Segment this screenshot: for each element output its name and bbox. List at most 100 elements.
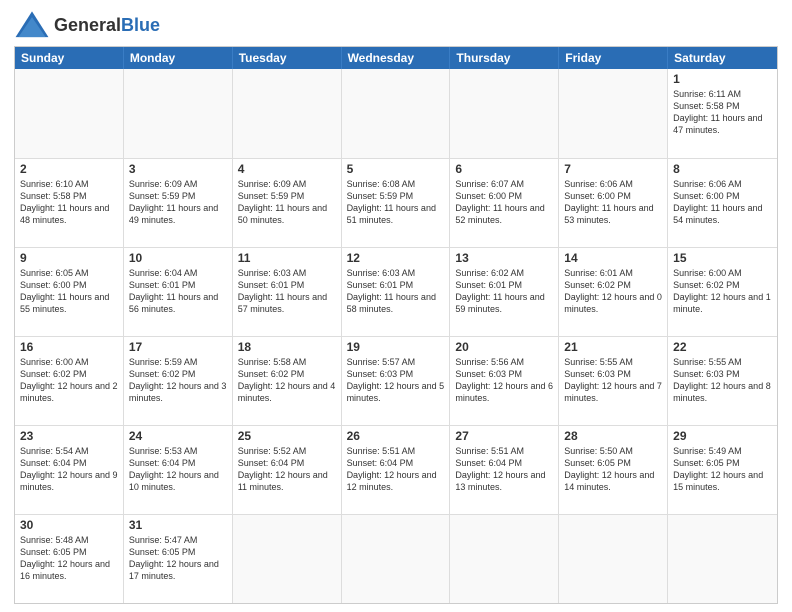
calendar-cell: 7 Sunrise: 6:06 AM Sunset: 6:00 PM Daylig…	[559, 159, 668, 247]
weekday-header: Thursday	[450, 47, 559, 69]
calendar-row: 30 Sunrise: 5:48 AM Sunset: 6:05 PM Dayli…	[15, 514, 777, 603]
calendar-cell: 26 Sunrise: 5:51 AM Sunset: 6:04 PM Dayli…	[342, 426, 451, 514]
day-info: Sunrise: 6:03 AM Sunset: 6:01 PM Dayligh…	[238, 267, 336, 316]
calendar-cell: 4 Sunrise: 6:09 AM Sunset: 5:59 PM Daylig…	[233, 159, 342, 247]
day-info: Sunrise: 5:50 AM Sunset: 6:05 PM Dayligh…	[564, 445, 662, 494]
day-number: 24	[129, 429, 227, 443]
day-number: 16	[20, 340, 118, 354]
day-number: 29	[673, 429, 772, 443]
day-info: Sunrise: 5:48 AM Sunset: 6:05 PM Dayligh…	[20, 534, 118, 583]
calendar-cell: 12 Sunrise: 6:03 AM Sunset: 6:01 PM Dayli…	[342, 248, 451, 336]
day-number: 18	[238, 340, 336, 354]
day-number: 8	[673, 162, 772, 176]
day-number: 26	[347, 429, 445, 443]
day-number: 21	[564, 340, 662, 354]
calendar-row: 9 Sunrise: 6:05 AM Sunset: 6:00 PM Daylig…	[15, 247, 777, 336]
day-info: Sunrise: 6:09 AM Sunset: 5:59 PM Dayligh…	[129, 178, 227, 227]
calendar-cell: 28 Sunrise: 5:50 AM Sunset: 6:05 PM Dayli…	[559, 426, 668, 514]
calendar-header: SundayMondayTuesdayWednesdayThursdayFrid…	[15, 47, 777, 69]
calendar-cell: 24Sunrise: 5:53 AM Sunset: 6:04 PM Dayli…	[124, 426, 233, 514]
day-number: 22	[673, 340, 772, 354]
calendar-cell: 13 Sunrise: 6:02 AM Sunset: 6:01 PM Dayli…	[450, 248, 559, 336]
day-number: 28	[564, 429, 662, 443]
day-info: Sunrise: 6:06 AM Sunset: 6:00 PM Dayligh…	[673, 178, 772, 227]
calendar-cell: 5Sunrise: 6:08 AM Sunset: 5:59 PM Daylig…	[342, 159, 451, 247]
calendar-cell	[124, 69, 233, 158]
day-number: 12	[347, 251, 445, 265]
calendar-cell	[233, 69, 342, 158]
day-info: Sunrise: 6:02 AM Sunset: 6:01 PM Dayligh…	[455, 267, 553, 316]
calendar-cell: 22 Sunrise: 5:55 AM Sunset: 6:03 PM Dayli…	[668, 337, 777, 425]
calendar-cell: 14 Sunrise: 6:01 AM Sunset: 6:02 PM Dayli…	[559, 248, 668, 336]
day-number: 20	[455, 340, 553, 354]
calendar-cell	[15, 69, 124, 158]
day-number: 25	[238, 429, 336, 443]
day-number: 3	[129, 162, 227, 176]
day-info: Sunrise: 5:52 AM Sunset: 6:04 PM Dayligh…	[238, 445, 336, 494]
calendar-cell: 16 Sunrise: 6:00 AM Sunset: 6:02 PM Dayli…	[15, 337, 124, 425]
day-info: Sunrise: 6:04 AM Sunset: 6:01 PM Dayligh…	[129, 267, 227, 316]
calendar-cell	[450, 515, 559, 603]
day-number: 7	[564, 162, 662, 176]
calendar-body: 1 Sunrise: 6:11 AM Sunset: 5:58 PM Daylig…	[15, 69, 777, 603]
day-info: Sunrise: 6:06 AM Sunset: 6:00 PM Dayligh…	[564, 178, 662, 227]
day-info: Sunrise: 5:51 AM Sunset: 6:04 PM Dayligh…	[347, 445, 445, 494]
calendar-row: 16 Sunrise: 6:00 AM Sunset: 6:02 PM Dayli…	[15, 336, 777, 425]
calendar-cell: 19Sunrise: 5:57 AM Sunset: 6:03 PM Dayli…	[342, 337, 451, 425]
page: GeneralBlue SundayMondayTuesdayWednesday…	[0, 0, 792, 612]
calendar-cell: 21Sunrise: 5:55 AM Sunset: 6:03 PM Dayli…	[559, 337, 668, 425]
calendar-row: 2Sunrise: 6:10 AM Sunset: 5:58 PM Daylig…	[15, 158, 777, 247]
day-number: 1	[673, 72, 772, 86]
day-number: 4	[238, 162, 336, 176]
calendar-cell: 31Sunrise: 5:47 AM Sunset: 6:05 PM Dayli…	[124, 515, 233, 603]
day-number: 15	[673, 251, 772, 265]
calendar-cell: 29 Sunrise: 5:49 AM Sunset: 6:05 PM Dayli…	[668, 426, 777, 514]
weekday-header: Saturday	[668, 47, 777, 69]
calendar-cell: 11 Sunrise: 6:03 AM Sunset: 6:01 PM Dayli…	[233, 248, 342, 336]
weekday-header: Wednesday	[342, 47, 451, 69]
day-info: Sunrise: 6:11 AM Sunset: 5:58 PM Dayligh…	[673, 88, 772, 137]
calendar-cell: 30 Sunrise: 5:48 AM Sunset: 6:05 PM Dayli…	[15, 515, 124, 603]
weekday-header: Friday	[559, 47, 668, 69]
calendar-cell: 15 Sunrise: 6:00 AM Sunset: 6:02 PM Dayli…	[668, 248, 777, 336]
day-number: 27	[455, 429, 553, 443]
day-info: Sunrise: 6:08 AM Sunset: 5:59 PM Dayligh…	[347, 178, 445, 227]
calendar-cell: 18Sunrise: 5:58 AM Sunset: 6:02 PM Dayli…	[233, 337, 342, 425]
day-number: 13	[455, 251, 553, 265]
calendar: SundayMondayTuesdayWednesdayThursdayFrid…	[14, 46, 778, 604]
day-info: Sunrise: 5:56 AM Sunset: 6:03 PM Dayligh…	[455, 356, 553, 405]
day-info: Sunrise: 5:55 AM Sunset: 6:03 PM Dayligh…	[673, 356, 772, 405]
day-number: 19	[347, 340, 445, 354]
day-info: Sunrise: 5:59 AM Sunset: 6:02 PM Dayligh…	[129, 356, 227, 405]
day-number: 17	[129, 340, 227, 354]
day-number: 31	[129, 518, 227, 532]
day-info: Sunrise: 6:01 AM Sunset: 6:02 PM Dayligh…	[564, 267, 662, 316]
day-number: 10	[129, 251, 227, 265]
day-info: Sunrise: 5:54 AM Sunset: 6:04 PM Dayligh…	[20, 445, 118, 494]
calendar-cell: 10 Sunrise: 6:04 AM Sunset: 6:01 PM Dayli…	[124, 248, 233, 336]
calendar-row: 1 Sunrise: 6:11 AM Sunset: 5:58 PM Daylig…	[15, 69, 777, 158]
logo: GeneralBlue	[14, 10, 160, 40]
logo-text: GeneralBlue	[54, 15, 160, 36]
calendar-cell: 3 Sunrise: 6:09 AM Sunset: 5:59 PM Daylig…	[124, 159, 233, 247]
calendar-cell: 9 Sunrise: 6:05 AM Sunset: 6:00 PM Daylig…	[15, 248, 124, 336]
day-info: Sunrise: 6:05 AM Sunset: 6:00 PM Dayligh…	[20, 267, 118, 316]
day-number: 14	[564, 251, 662, 265]
day-number: 30	[20, 518, 118, 532]
weekday-header: Tuesday	[233, 47, 342, 69]
day-info: Sunrise: 6:09 AM Sunset: 5:59 PM Dayligh…	[238, 178, 336, 227]
header: GeneralBlue	[14, 10, 778, 40]
calendar-row: 23Sunrise: 5:54 AM Sunset: 6:04 PM Dayli…	[15, 425, 777, 514]
day-info: Sunrise: 6:00 AM Sunset: 6:02 PM Dayligh…	[673, 267, 772, 316]
day-info: Sunrise: 6:03 AM Sunset: 6:01 PM Dayligh…	[347, 267, 445, 316]
day-info: Sunrise: 5:49 AM Sunset: 6:05 PM Dayligh…	[673, 445, 772, 494]
calendar-cell: 25 Sunrise: 5:52 AM Sunset: 6:04 PM Dayli…	[233, 426, 342, 514]
day-info: Sunrise: 6:00 AM Sunset: 6:02 PM Dayligh…	[20, 356, 118, 405]
calendar-cell	[342, 69, 451, 158]
day-number: 9	[20, 251, 118, 265]
day-number: 6	[455, 162, 553, 176]
day-number: 11	[238, 251, 336, 265]
day-info: Sunrise: 5:51 AM Sunset: 6:04 PM Dayligh…	[455, 445, 553, 494]
calendar-cell: 20 Sunrise: 5:56 AM Sunset: 6:03 PM Dayli…	[450, 337, 559, 425]
calendar-cell: 8 Sunrise: 6:06 AM Sunset: 6:00 PM Daylig…	[668, 159, 777, 247]
